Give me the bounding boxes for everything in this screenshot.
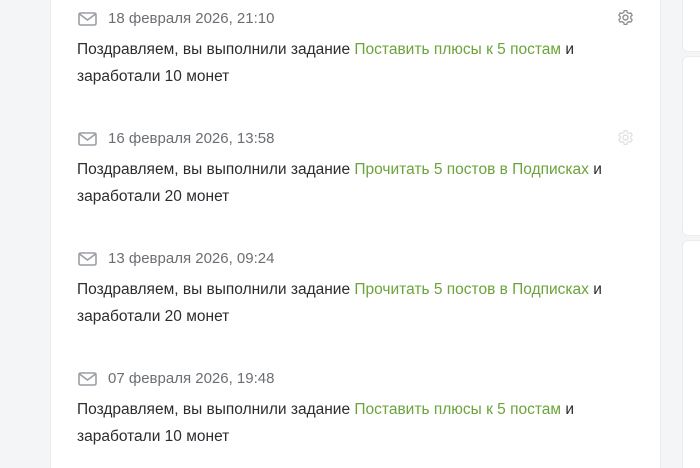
- notification-header: 13 февраля 2026, 09:24: [77, 249, 637, 269]
- notification-text: Поздравляем, вы выполнили задание Прочит…: [77, 276, 637, 330]
- notification-suffix: заработали 10 монет: [77, 68, 230, 85]
- notification-conj: и: [593, 281, 602, 298]
- notification-prefix: Поздравляем, вы выполнили задание: [77, 41, 351, 58]
- notifications-feed: 18 февраля 2026, 21:10 Поздравляем, вы в…: [50, 0, 661, 468]
- notification-prefix: Поздравляем, вы выполнили задание: [77, 281, 351, 298]
- notification-date: 07 февраля 2026, 19:48: [108, 370, 275, 387]
- notification-text: Поздравляем, вы выполнили задание Прочит…: [77, 156, 637, 210]
- notification-item: 18 февраля 2026, 21:10 Поздравляем, вы в…: [77, 9, 637, 85]
- notification-item: 07 февраля 2026, 19:48 Поздравляем, вы в…: [77, 369, 637, 445]
- left-gutter: [0, 0, 50, 468]
- task-link[interactable]: Прочитать 5 постов в Подписках: [354, 161, 589, 178]
- notification-date: 18 февраля 2026, 21:10: [108, 10, 275, 27]
- notification-suffix: заработали 20 монет: [77, 308, 230, 325]
- notification-date: 16 февраля 2026, 13:58: [108, 130, 275, 147]
- notification-item: 13 февраля 2026, 09:24 Поздравляем, вы в…: [77, 249, 637, 325]
- gear-icon[interactable]: [617, 129, 634, 146]
- notification-header: 16 февраля 2026, 13:58: [77, 129, 637, 149]
- notification-text: Поздравляем, вы выполнили задание Постав…: [77, 396, 637, 450]
- mail-icon: [78, 11, 97, 27]
- gear-icon[interactable]: [617, 9, 634, 26]
- notification-prefix: Поздравляем, вы выполнили задание: [77, 161, 351, 178]
- notification-conj: и: [593, 161, 602, 178]
- task-link[interactable]: Прочитать 5 постов в Подписках: [354, 281, 589, 298]
- sidebar-card: [682, 56, 700, 236]
- page: 18 февраля 2026, 21:10 Поздравляем, вы в…: [0, 0, 700, 468]
- sidebar-card: [682, 240, 700, 468]
- task-link[interactable]: Поставить плюсы к 5 постам: [354, 41, 561, 58]
- mail-icon: [78, 251, 97, 267]
- notification-text: Поздравляем, вы выполнили задание Постав…: [77, 36, 637, 90]
- sidebar-card: [682, 0, 700, 52]
- notification-conj: и: [565, 401, 575, 418]
- notification-header: 07 февраля 2026, 19:48: [77, 369, 637, 389]
- notification-item: 16 февраля 2026, 13:58 Поздравляем, вы в…: [77, 129, 637, 205]
- mail-icon: [78, 131, 97, 147]
- notification-conj: и: [565, 41, 575, 58]
- notification-prefix: Поздравляем, вы выполнили задание: [77, 401, 351, 418]
- notification-suffix: заработали 20 монет: [77, 188, 230, 205]
- notification-header: 18 февраля 2026, 21:10: [77, 9, 637, 29]
- task-link[interactable]: Поставить плюсы к 5 постам: [354, 401, 561, 418]
- mail-icon: [78, 371, 97, 387]
- notification-suffix: заработали 10 монет: [77, 428, 230, 445]
- notification-date: 13 февраля 2026, 09:24: [108, 250, 275, 267]
